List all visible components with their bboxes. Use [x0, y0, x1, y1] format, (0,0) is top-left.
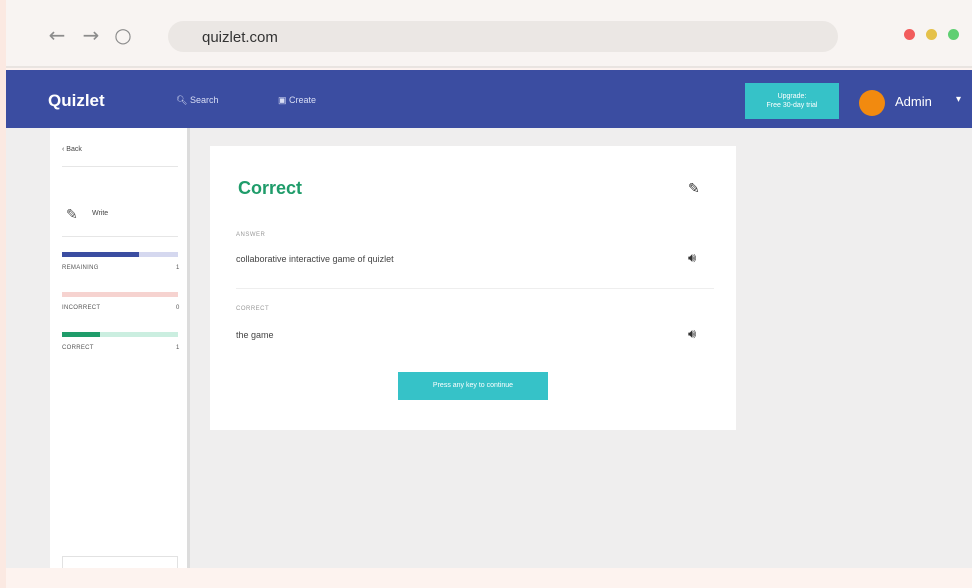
quizlet-logo[interactable]: Quizlet — [48, 91, 105, 111]
search-nav-label: Search — [189, 95, 219, 105]
search-icon: 🔍︎ — [176, 95, 188, 105]
back-link[interactable]: ‹ Back — [62, 146, 82, 153]
speaker-icon[interactable]: 🔊︎ — [688, 250, 696, 266]
address-bar[interactable]: quizlet.com — [168, 21, 838, 52]
create-icon: ▣ — [278, 95, 287, 105]
quizlet-header: Quizlet 🔍︎ Search ▣ Create Upgrade: Free… — [6, 70, 972, 128]
chevron-down-icon[interactable]: ▾ — [956, 94, 961, 105]
sidebar-options-button[interactable] — [62, 556, 178, 568]
correct-answer-text: the game — [236, 330, 274, 340]
study-mode-label[interactable]: Write — [92, 210, 108, 217]
feedback-card: Correct ✎ ANSWER collaborative interacti… — [210, 146, 736, 430]
sidebar-divider — [62, 236, 178, 237]
user-name[interactable]: Admin — [895, 94, 932, 109]
remaining-progress-bar — [62, 252, 178, 257]
correct-label: CORRECT — [62, 345, 94, 351]
window-close-dot[interactable] — [904, 29, 915, 40]
remaining-count: 1 — [176, 265, 180, 271]
answer-text: collaborative interactive game of quizle… — [236, 254, 394, 264]
remaining-label: REMAINING — [62, 265, 99, 271]
remaining-progress-fill — [62, 252, 139, 257]
answer-section-label: ANSWER — [236, 232, 266, 238]
upgrade-line-1: Upgrade: — [777, 93, 807, 100]
result-title: Correct — [238, 178, 303, 198]
window-maximize-dot[interactable] — [948, 29, 959, 40]
browser-window: ← → ○ quizlet.com Quizlet 🔍︎ Search ▣ Cr… — [6, 0, 972, 588]
create-nav[interactable]: ▣ Create — [278, 95, 316, 106]
correct-count: 1 — [176, 345, 180, 351]
browser-toolbar: ← → ○ quizlet.com — [6, 0, 972, 68]
correct-section-label: CORRECT — [236, 306, 270, 312]
study-sidebar: ‹ Back ✎ Write REMAINING 1 INCORRECT 0 C… — [50, 128, 190, 568]
pencil-icon: ✎ — [66, 206, 78, 222]
window-minimize-dot[interactable] — [926, 29, 937, 40]
correct-progress-bar — [62, 332, 178, 337]
url-text: quizlet.com — [202, 29, 278, 46]
continue-button[interactable]: Press any key to continue — [398, 372, 548, 400]
back-arrow-icon[interactable]: ← — [46, 24, 68, 46]
sidebar-divider — [62, 166, 178, 167]
speaker-icon[interactable]: 🔊︎ — [688, 326, 696, 342]
upgrade-line-2: Free 30-day trial — [766, 102, 818, 109]
create-nav-label: Create — [289, 95, 317, 105]
reload-icon[interactable]: ○ — [112, 24, 134, 46]
incorrect-label: INCORRECT — [62, 305, 101, 311]
search-nav[interactable]: 🔍︎ Search — [176, 95, 218, 106]
incorrect-progress-bar — [62, 292, 178, 297]
upgrade-button[interactable]: Upgrade: Free 30-day trial — [745, 83, 839, 119]
incorrect-count: 0 — [176, 305, 180, 311]
forward-arrow-icon[interactable]: → — [80, 24, 102, 46]
card-divider — [236, 288, 714, 289]
avatar[interactable] — [859, 90, 885, 116]
edit-icon[interactable]: ✎ — [688, 180, 700, 197]
correct-progress-fill — [62, 332, 101, 337]
